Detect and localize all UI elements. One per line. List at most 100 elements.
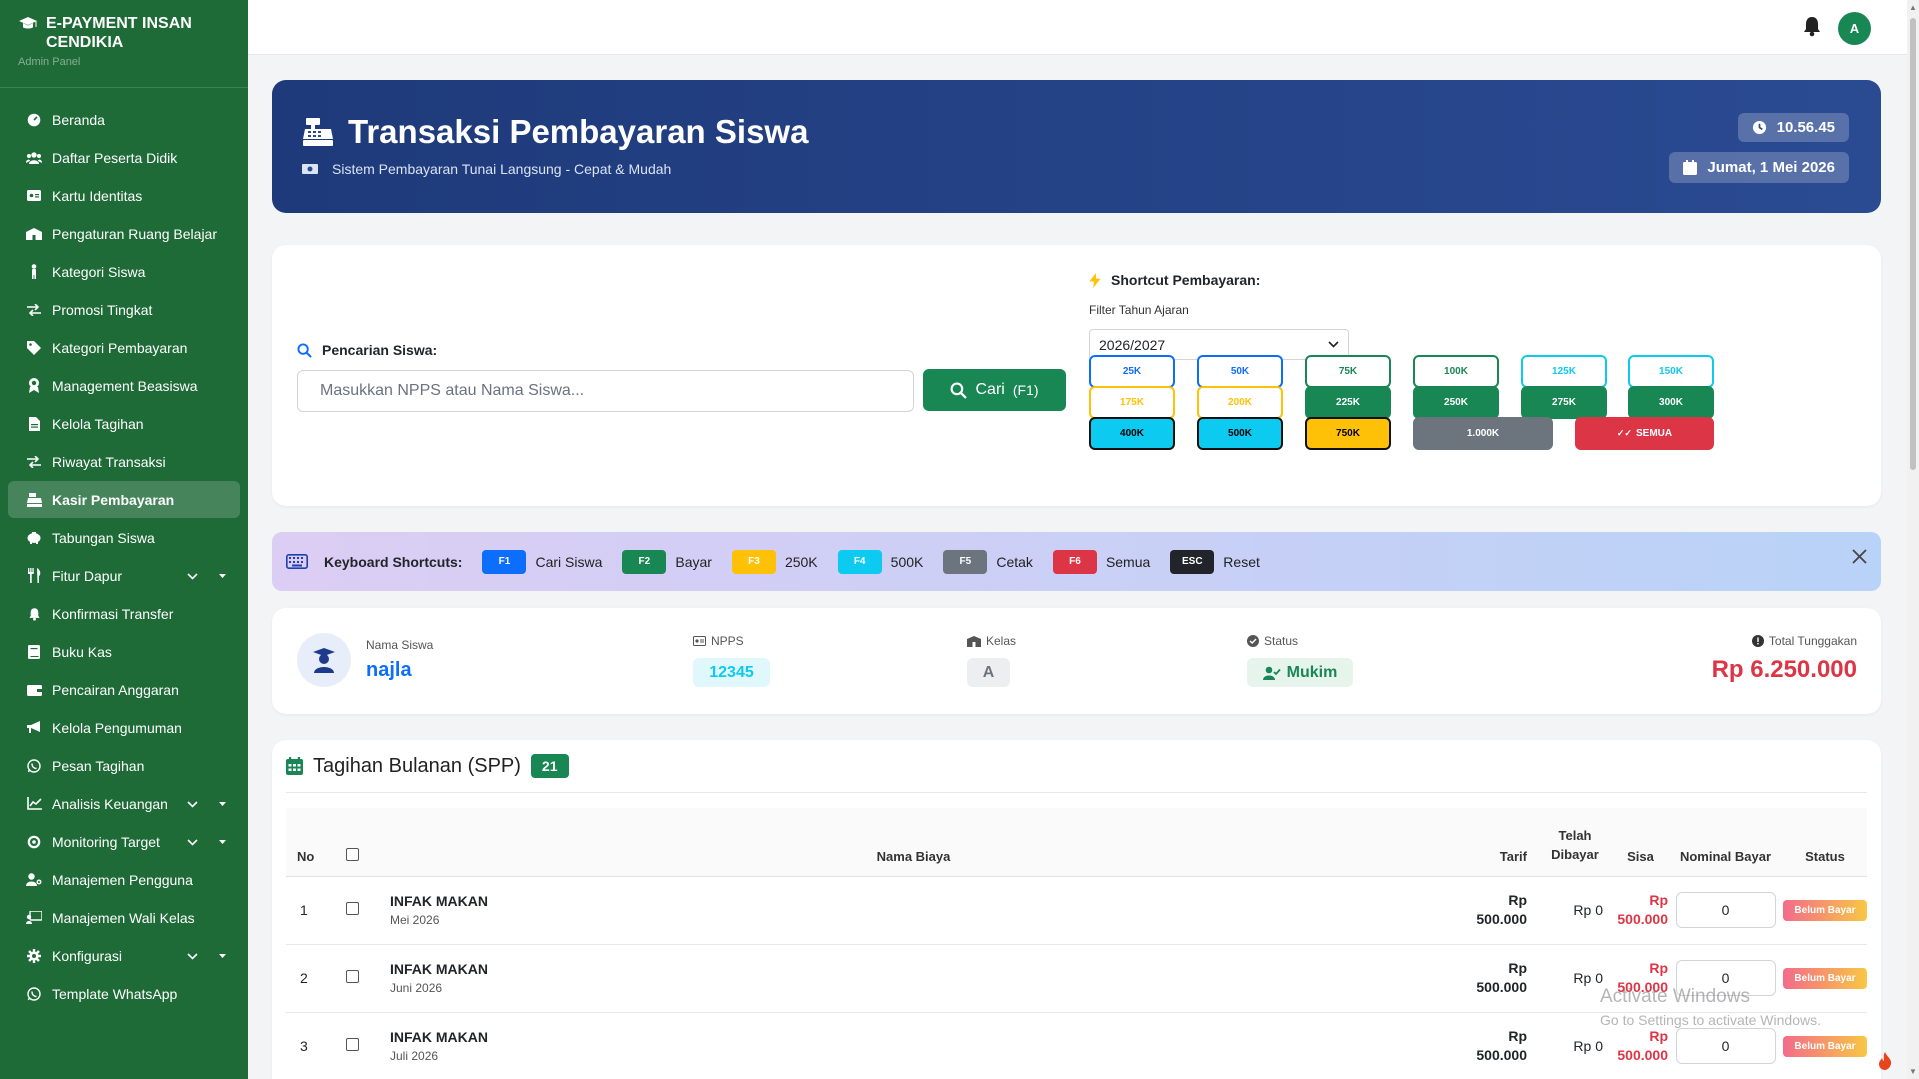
amount-button-300k[interactable]: 300K <box>1628 386 1714 419</box>
scroll-up-arrow[interactable]: ▲ <box>1909 3 1917 12</box>
amount-button-label: 175K <box>1120 397 1144 408</box>
status-label-row: Status <box>1247 634 1298 648</box>
kelas-label: Kelas <box>986 634 1017 648</box>
sidebar-item-pengaturan-ruang-belajar[interactable]: Pengaturan Ruang Belajar <box>8 215 240 252</box>
sidebar-item-daftar-peserta-didik[interactable]: Daftar Peserta Didik <box>8 139 240 176</box>
amount-button-250k[interactable]: 250K <box>1413 386 1499 419</box>
sidebar-item-kategori-siswa[interactable]: Kategori Siswa <box>8 253 240 290</box>
key-badge-f6: F6 <box>1052 549 1097 574</box>
amount-button-100k[interactable]: 100K <box>1413 355 1499 388</box>
sidebar-item-fitur-dapur[interactable]: Fitur Dapur <box>8 557 240 594</box>
user-gear-icon <box>26 872 42 888</box>
amount-button-label: 750K <box>1336 428 1360 439</box>
sidebar-item-kasir-pembayaran[interactable]: Kasir Pembayaran <box>8 481 240 518</box>
sidebar-item-tabungan-siswa[interactable]: Tabungan Siswa <box>8 519 240 556</box>
row-checkbox[interactable] <box>345 970 359 983</box>
npps-label: NPPS <box>711 634 744 648</box>
bill-period: Juli 2026 <box>390 1049 439 1063</box>
child-icon <box>26 264 42 280</box>
sidebar-item-label: Template WhatsApp <box>52 985 178 1002</box>
sidebar-item-kelola-tagihan[interactable]: Kelola Tagihan <box>8 405 240 442</box>
caret-down-icon <box>219 837 226 846</box>
scroll-down-arrow[interactable]: ▼ <box>1909 1067 1917 1076</box>
amount-button-75k[interactable]: 75K <box>1305 355 1391 388</box>
sidebar-item-monitoring-target[interactable]: Monitoring Target <box>8 823 240 860</box>
notification-bell-icon[interactable] <box>1802 15 1822 40</box>
amount-button-label: 200K <box>1228 397 1252 408</box>
calendar-icon <box>1683 160 1698 175</box>
amount-button-150k[interactable]: 150K <box>1628 355 1714 388</box>
sidebar-item-pesan-tagihan[interactable]: Pesan Tagihan <box>8 747 240 784</box>
fire-icon[interactable] <box>1878 1052 1892 1070</box>
brand-title[interactable]: E-PAYMENT INSAN CENDIKIA <box>18 14 230 52</box>
sidebar-item-label: Monitoring Target <box>52 833 160 850</box>
row-checkbox[interactable] <box>345 902 359 915</box>
sidebar-item-analisis-keuangan[interactable]: Analisis Keuangan <box>8 785 240 822</box>
search-label: Pencarian Siswa: <box>322 342 438 358</box>
scrollbar-thumb[interactable] <box>1910 18 1916 470</box>
divider <box>286 792 1867 793</box>
amount-button-50k[interactable]: 50K <box>1197 355 1283 388</box>
sidebar-item-label: Manajemen Wali Kelas <box>52 909 195 926</box>
search-card: Pencarian Siswa: Cari (F1) Shortcut Pemb… <box>272 245 1881 506</box>
sidebar-item-label: Riwayat Transaksi <box>52 453 166 470</box>
amount-button-25k[interactable]: 25K <box>1089 355 1175 388</box>
nominal-bayar-input[interactable]: 0 <box>1675 892 1776 928</box>
search-button[interactable]: Cari (F1) <box>923 369 1066 411</box>
page-scrollbar[interactable]: ▲ ▼ <box>1907 0 1919 1079</box>
search-input[interactable] <box>297 370 914 412</box>
amount-button-125k[interactable]: 125K <box>1521 355 1607 388</box>
amount-button-200k[interactable]: 200K <box>1197 386 1283 419</box>
sidebar-item-label: Management Beasiswa <box>52 377 198 394</box>
amount-button-500k[interactable]: 500K <box>1197 417 1283 450</box>
table-row: 1 INFAK MAKAN Mei 2026 Rp 500.000 Rp 0 Rp 500.0… <box>286 876 1867 945</box>
tarif-amount: 500.000 <box>1476 979 1527 995</box>
amount-button-275k[interactable]: 275K <box>1521 386 1607 419</box>
calendar-icon <box>286 757 303 775</box>
sidebar-item-management-beasiswa[interactable]: Management Beasiswa <box>8 367 240 404</box>
sidebar-item-konfirmasi-transfer[interactable]: Konfirmasi Transfer <box>8 595 240 632</box>
row-checkbox-cell <box>324 944 380 1013</box>
sidebar-item-label: Daftar Peserta Didik <box>52 149 178 166</box>
sidebar-item-label: Kartu Identitas <box>52 187 143 204</box>
amount-button-225k[interactable]: 225K <box>1305 386 1391 419</box>
chevron-down-icon <box>187 797 198 811</box>
row-sisa: Rp 500.000 <box>1613 876 1668 945</box>
chevron-down-icon <box>1328 341 1339 348</box>
user-check-icon <box>1262 666 1281 680</box>
total-tunggakan: Rp 6.250.000 <box>1711 656 1857 683</box>
row-no: 1 <box>286 876 324 945</box>
sidebar-item-kategori-pembayaran[interactable]: Kategori Pembayaran <box>8 329 240 366</box>
sidebar-item-konfigurasi[interactable]: Konfigurasi <box>8 937 240 974</box>
school-icon <box>26 226 42 242</box>
key-description: Cari Siswa <box>535 553 603 570</box>
search-icon <box>297 342 312 358</box>
amount-button-1000k[interactable]: 1.000K <box>1413 417 1553 450</box>
select-all-checkbox[interactable] <box>345 847 359 861</box>
user-avatar[interactable]: A <box>1838 12 1871 45</box>
row-nominal-cell: 0 <box>1668 876 1783 945</box>
id-card-icon <box>26 188 42 204</box>
sidebar-item-kartu-identitas[interactable]: Kartu Identitas <box>8 177 240 214</box>
amount-button-400k[interactable]: 400K <box>1089 417 1175 450</box>
gauge-icon <box>26 112 42 128</box>
sidebar-item-pencairan-anggaran[interactable]: Pencairan Anggaran <box>8 671 240 708</box>
sidebar-item-manajemen-wali-kelas[interactable]: Manajemen Wali Kelas <box>8 899 240 936</box>
megaphone-icon <box>26 720 42 736</box>
close-icon[interactable] <box>1852 549 1867 564</box>
sidebar-item-manajemen-pengguna[interactable]: Manajemen Pengguna <box>8 861 240 898</box>
amount-button-175k[interactable]: 175K <box>1089 386 1175 419</box>
row-checkbox[interactable] <box>345 1038 359 1051</box>
sidebar-item-kelola-pengumuman[interactable]: Kelola Pengumuman <box>8 709 240 746</box>
nominal-bayar-input[interactable]: 0 <box>1675 1028 1776 1064</box>
sidebar-item-template-whatsapp[interactable]: Template WhatsApp <box>8 975 240 1012</box>
amount-button-750k[interactable]: 750K <box>1305 417 1391 450</box>
keyboard-icon <box>286 554 308 569</box>
search-label-row: Pencarian Siswa: <box>297 342 437 358</box>
amount-button-semua[interactable]: ✓✓ SEMUA <box>1575 417 1714 450</box>
sidebar-item-beranda[interactable]: Beranda <box>8 101 240 138</box>
sidebar-item-riwayat-transaksi[interactable]: Riwayat Transaksi <box>8 443 240 480</box>
sidebar-item-buku-kas[interactable]: Buku Kas <box>8 633 240 670</box>
award-icon <box>26 378 42 394</box>
sidebar-item-promosi-tingkat[interactable]: Promosi Tingkat <box>8 291 240 328</box>
